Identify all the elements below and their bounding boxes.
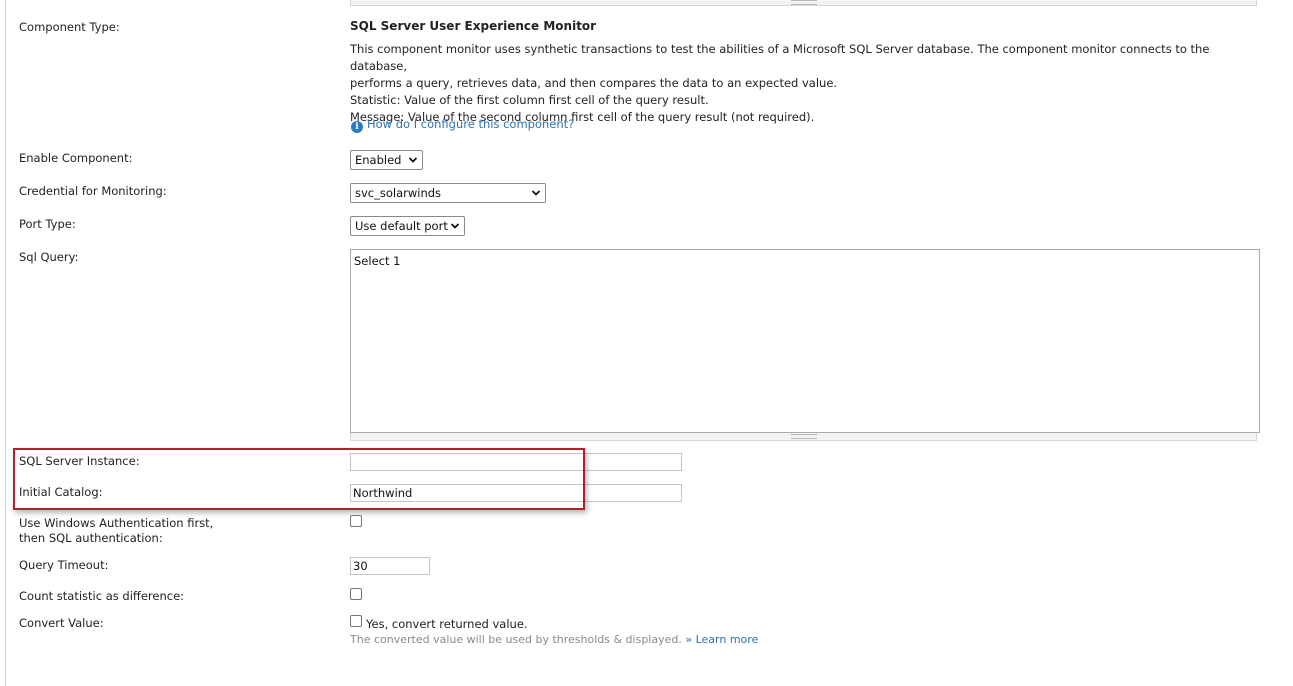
windows-auth-label-line: Use Windows Authentication first, [19, 516, 214, 530]
convert-value-note-text: The converted value will be used by thre… [350, 633, 682, 646]
port-type-select[interactable]: Use default port [350, 216, 465, 236]
initial-catalog-label: Initial Catalog: [19, 485, 103, 499]
convert-value-note: The converted value will be used by thre… [350, 633, 758, 646]
sql-query-resize-bar[interactable] [350, 433, 1257, 441]
component-type-label: Component Type: [19, 20, 120, 34]
sql-server-instance-input[interactable] [350, 453, 682, 471]
resize-grip-icon[interactable] [791, 434, 817, 439]
query-timeout-input[interactable]: 30 [350, 557, 430, 575]
description-line: This component monitor uses synthetic tr… [350, 42, 1210, 73]
convert-value-checkbox[interactable] [350, 615, 362, 627]
description-line: performs a query, retrieves data, and th… [350, 76, 838, 90]
convert-value-label: Convert Value: [19, 616, 104, 630]
help-link-text[interactable]: How do I configure this component? [367, 117, 574, 131]
enable-component-select[interactable]: Enabled [350, 150, 423, 170]
sql-server-instance-label: SQL Server Instance: [19, 454, 140, 468]
previous-textarea-resize-bar[interactable] [350, 0, 1257, 6]
count-difference-checkbox[interactable] [350, 588, 362, 600]
port-type-label: Port Type: [19, 217, 76, 231]
windows-auth-checkbox[interactable] [350, 515, 362, 527]
sql-query-label: Sql Query: [19, 250, 79, 264]
sql-query-textarea[interactable]: Select 1 [350, 249, 1260, 433]
enable-component-label: Enable Component: [19, 151, 133, 165]
chevron-down-icon [408, 157, 418, 163]
convert-value-checkbox-text: Yes, convert returned value. [366, 617, 528, 631]
learn-more-link[interactable]: » Learn more [685, 633, 758, 646]
credential-value: svc_solarwinds [355, 186, 442, 200]
description-line: Statistic: Value of the first column fir… [350, 93, 709, 107]
windows-auth-label-line: then SQL authentication: [19, 531, 163, 545]
info-icon: i [351, 121, 363, 133]
port-type-value: Use default port [355, 219, 448, 233]
count-difference-label: Count statistic as difference: [19, 589, 185, 603]
component-title: SQL Server User Experience Monitor [350, 19, 597, 33]
query-timeout-label: Query Timeout: [19, 558, 109, 572]
enable-component-value: Enabled [355, 153, 402, 167]
resize-grip-icon[interactable] [791, 0, 817, 5]
component-description: This component monitor uses synthetic tr… [350, 41, 1250, 126]
credential-select[interactable]: svc_solarwinds [350, 183, 546, 203]
windows-auth-label: Use Windows Authentication first, then S… [19, 516, 213, 546]
page-left-border [5, 0, 6, 686]
initial-catalog-input[interactable]: Northwind [350, 484, 682, 502]
chevron-down-icon [531, 190, 541, 196]
credential-label: Credential for Monitoring: [19, 184, 167, 198]
chevron-down-icon [450, 223, 460, 229]
help-link[interactable]: i How do I configure this component? [351, 117, 574, 133]
